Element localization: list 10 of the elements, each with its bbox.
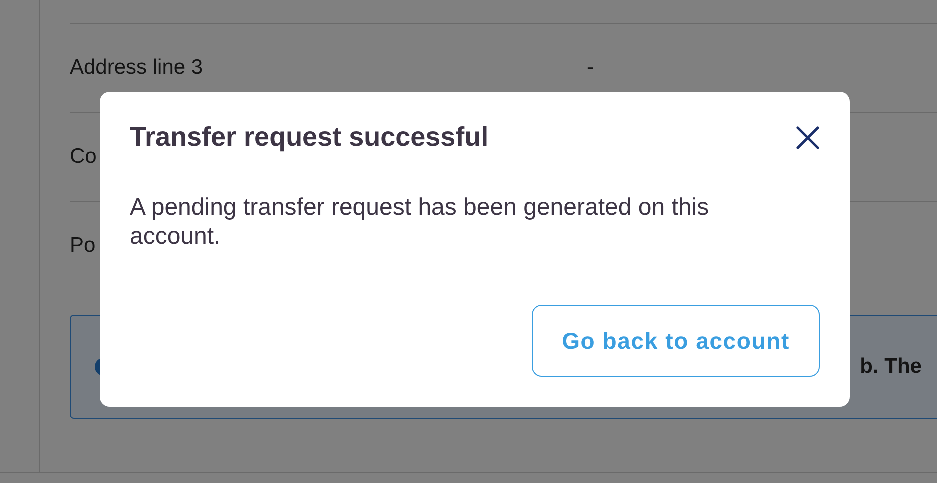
banner-text: b. The — [860, 355, 922, 379]
close-icon — [796, 126, 820, 150]
close-button[interactable] — [796, 126, 820, 150]
back-button[interactable]: Go back to account — [532, 305, 820, 377]
field-label: Co — [70, 145, 97, 168]
field-value: - — [587, 56, 594, 80]
field-label: Address line 3 — [70, 56, 204, 79]
field-label: Po — [70, 234, 96, 257]
dialog-message: A pending transfer request has been generated on this account. — [130, 193, 710, 251]
dialog-title: Transfer request successful — [130, 122, 489, 153]
